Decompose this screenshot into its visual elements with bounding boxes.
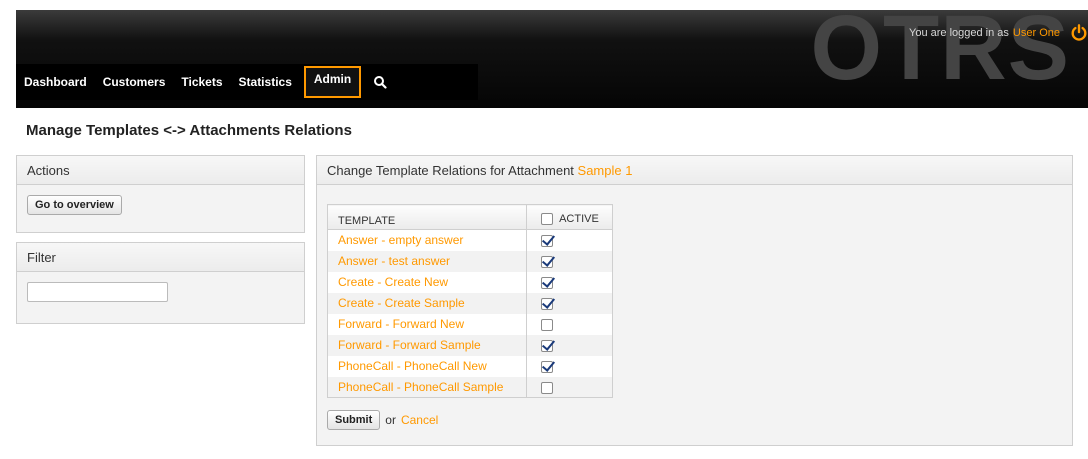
relations-header: Change Template Relations for Attachment… <box>317 156 1072 185</box>
table-row: Create - Create Sample <box>327 292 613 314</box>
submit-button[interactable]: Submit <box>327 410 381 430</box>
template-cell: PhoneCall - PhoneCall New <box>328 356 527 377</box>
template-link[interactable]: Create - Create Sample <box>338 296 465 310</box>
active-checkbox[interactable] <box>541 255 553 268</box>
active-cell <box>526 250 613 272</box>
nav-dashboard[interactable]: Dashboard <box>16 64 95 100</box>
go-to-overview-button[interactable]: Go to overview <box>27 195 122 215</box>
active-cell <box>526 271 613 293</box>
page-title: Manage Templates <-> Attachments Relatio… <box>26 122 352 139</box>
template-link[interactable]: Forward - Forward Sample <box>338 338 481 352</box>
relations-panel: Change Template Relations for Attachment… <box>316 155 1073 446</box>
nav-search[interactable] <box>365 64 395 100</box>
table-row: Answer - test answer <box>327 250 613 272</box>
main-nav: Dashboard Customers Tickets Statistics A… <box>16 64 478 100</box>
table-row: Forward - Forward New <box>328 313 613 335</box>
template-link[interactable]: Answer - empty answer <box>338 233 463 247</box>
active-checkbox[interactable] <box>541 276 553 289</box>
logged-in-label: You are logged in as <box>909 27 1009 39</box>
active-cell <box>526 313 613 335</box>
template-cell: Create - Create New <box>328 272 527 293</box>
nav-tickets[interactable]: Tickets <box>173 64 230 100</box>
active-checkbox[interactable] <box>541 297 553 310</box>
nav-customers[interactable]: Customers <box>95 64 174 100</box>
template-cell: Forward - Forward Sample <box>327 334 527 356</box>
nav-admin[interactable]: Admin <box>303 66 362 98</box>
template-link[interactable]: Forward - Forward New <box>338 317 464 331</box>
cancel-link[interactable]: Cancel <box>401 413 438 427</box>
or-text: or <box>385 413 396 427</box>
active-cell <box>526 334 613 356</box>
table-row: PhoneCall - PhoneCall New <box>328 355 613 377</box>
active-cell <box>526 229 613 251</box>
header-bar: OTRS You are logged in as User One Dashb… <box>16 10 1088 108</box>
template-cell: Answer - test answer <box>327 250 527 272</box>
filter-header: Filter <box>17 243 304 272</box>
search-icon <box>374 76 387 89</box>
user-name-link[interactable]: User One <box>1013 27 1060 39</box>
template-link[interactable]: PhoneCall - PhoneCall New <box>338 359 487 373</box>
nav-statistics[interactable]: Statistics <box>231 64 300 100</box>
filter-panel: Filter <box>16 242 305 324</box>
active-checkbox[interactable] <box>541 318 553 331</box>
template-cell: Create - Create Sample <box>327 292 527 314</box>
column-header-active-label: ACTIVE <box>559 212 599 225</box>
table-row: PhoneCall - PhoneCall Sample <box>327 376 613 398</box>
column-header-template[interactable]: TEMPLATE <box>327 204 527 230</box>
select-all-checkbox[interactable] <box>541 213 553 226</box>
table-row: Create - Create New <box>328 271 613 293</box>
template-cell: Answer - empty answer <box>328 230 527 251</box>
active-cell <box>526 292 613 314</box>
attachment-name-link[interactable]: Sample 1 <box>578 163 633 178</box>
form-actions: Submit or Cancel <box>327 410 1062 430</box>
actions-header: Actions <box>17 156 304 185</box>
otrs-logo: OTRS <box>810 10 1070 99</box>
template-cell: Forward - Forward New <box>328 314 527 335</box>
table-row: Answer - empty answer <box>328 229 613 251</box>
template-link[interactable]: PhoneCall - PhoneCall Sample <box>338 380 503 394</box>
actions-panel: Actions Go to overview <box>16 155 305 233</box>
template-link[interactable]: Create - Create New <box>338 275 448 289</box>
active-checkbox[interactable] <box>541 235 553 248</box>
relations-table: TEMPLATE ACTIVE Answer - empty answer Ans… <box>327 204 613 398</box>
active-checkbox[interactable] <box>541 360 553 373</box>
template-cell: PhoneCall - PhoneCall Sample <box>327 376 527 398</box>
template-link[interactable]: Answer - test answer <box>338 254 450 268</box>
active-checkbox[interactable] <box>541 381 553 394</box>
user-info: You are logged in as User One <box>909 24 1088 42</box>
power-icon[interactable] <box>1070 24 1088 42</box>
relations-title: Change Template Relations for Attachment <box>327 163 574 178</box>
active-cell <box>526 355 613 377</box>
column-header-active: ACTIVE <box>526 204 613 230</box>
filter-input[interactable] <box>27 282 168 302</box>
active-checkbox[interactable] <box>541 339 553 352</box>
table-row: Forward - Forward Sample <box>327 334 613 356</box>
active-cell <box>526 376 613 398</box>
